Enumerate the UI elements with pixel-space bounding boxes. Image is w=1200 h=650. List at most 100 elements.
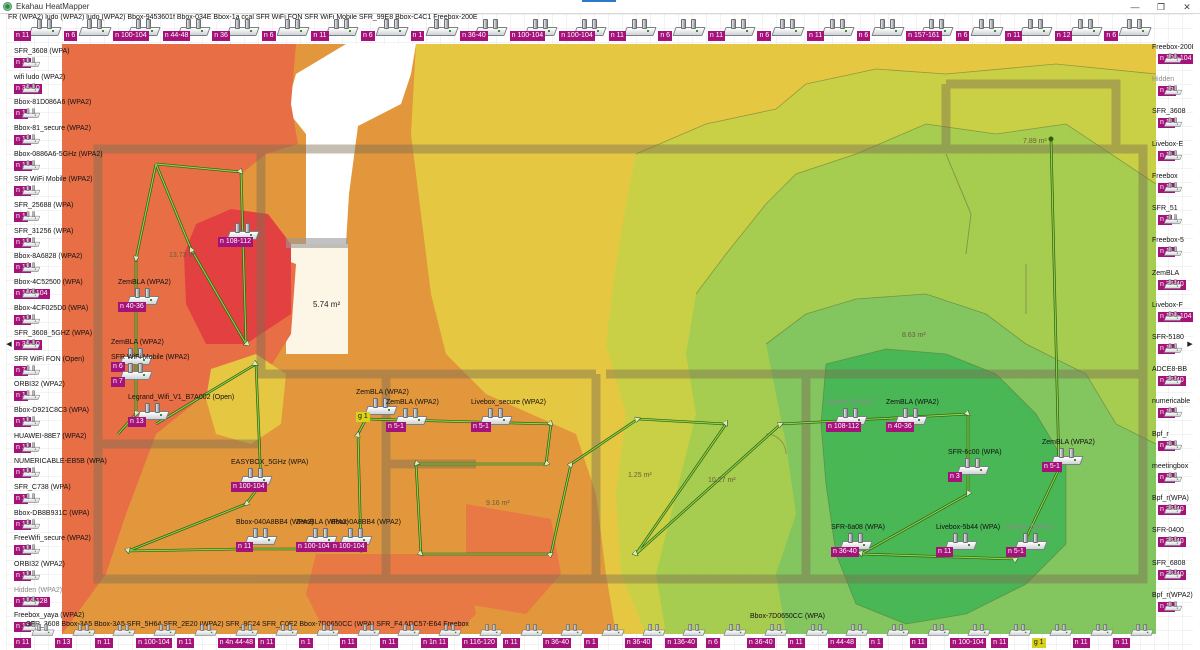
access-point-icon[interactable]: [1118, 18, 1153, 40]
access-point-icon[interactable]: [1089, 623, 1114, 638]
access-point-icon[interactable]: [723, 623, 747, 638]
access-point-icon[interactable]: [1163, 117, 1183, 129]
access-point-icon[interactable]: [1163, 568, 1183, 580]
access-point-icon[interactable]: [21, 570, 41, 582]
access-point-icon[interactable]: [424, 18, 459, 40]
access-point-icon[interactable]: [397, 623, 422, 638]
access-point-icon[interactable]: [1163, 504, 1183, 516]
access-point-icon[interactable]: [682, 623, 707, 638]
access-point-icon[interactable]: [21, 83, 41, 95]
access-point-icon[interactable]: [21, 57, 41, 69]
access-point-icon[interactable]: [1049, 623, 1073, 638]
access-point-icon[interactable]: [1019, 18, 1053, 40]
access-point-icon[interactable]: [1163, 407, 1183, 419]
access-point-icon[interactable]: [967, 623, 992, 638]
access-point-icon[interactable]: [21, 493, 41, 505]
access-point-icon[interactable]: [375, 18, 409, 40]
access-point-icon[interactable]: [21, 416, 41, 428]
access-point-icon[interactable]: [275, 623, 299, 638]
access-point-icon[interactable]: [722, 18, 756, 40]
access-point-icon[interactable]: [21, 519, 41, 531]
access-point-icon[interactable]: [234, 623, 259, 638]
access-point-icon[interactable]: [970, 18, 1004, 40]
access-point-icon[interactable]: [870, 18, 905, 40]
access-point-icon[interactable]: [886, 623, 910, 638]
heatmap-canvas[interactable]: 5.74 m² 13.73 m² 7.89 m² 8.63 m² 10.27 m…: [6, 14, 1193, 650]
access-point-icon[interactable]: [21, 262, 41, 274]
access-point-icon[interactable]: [77, 18, 112, 40]
access-point-icon[interactable]: [1163, 53, 1183, 65]
access-point-icon[interactable]: [21, 339, 41, 351]
access-point-icon[interactable]: [821, 18, 855, 40]
access-point-icon[interactable]: [357, 623, 381, 638]
access-point-icon[interactable]: [31, 623, 55, 638]
restore-button[interactable]: ❐: [1148, 0, 1174, 14]
access-point-icon[interactable]: [438, 623, 462, 638]
access-point-icon[interactable]: [21, 134, 41, 146]
access-point-icon[interactable]: [28, 18, 62, 40]
access-point-icon[interactable]: [1163, 440, 1183, 452]
access-point-icon[interactable]: [112, 623, 137, 638]
access-point-icon[interactable]: [21, 390, 41, 402]
access-point-icon[interactable]: [21, 160, 41, 172]
access-point-icon[interactable]: [21, 467, 41, 479]
access-point-icon[interactable]: [1163, 536, 1183, 548]
scroll-right-arrow[interactable]: ▶: [1187, 339, 1193, 349]
access-point-icon[interactable]: [1163, 246, 1183, 258]
channel-badge: n 6: [706, 638, 720, 648]
access-point-icon[interactable]: [1130, 623, 1154, 638]
access-point-icon[interactable]: [642, 623, 666, 638]
access-point-icon[interactable]: [845, 623, 869, 638]
channel-badge: n 11: [339, 638, 357, 648]
access-point-icon[interactable]: [21, 108, 41, 120]
access-point-icon[interactable]: [21, 442, 41, 454]
access-point-icon[interactable]: [479, 623, 503, 638]
minimize-button[interactable]: —: [1122, 0, 1148, 14]
channel-badge: n 100-104: [331, 542, 367, 552]
access-point-icon[interactable]: [1163, 375, 1183, 387]
access-point-icon[interactable]: [519, 623, 544, 638]
access-point-icon[interactable]: [21, 237, 41, 249]
access-point-icon[interactable]: [21, 288, 41, 300]
access-point-icon[interactable]: [325, 18, 360, 40]
scroll-left-arrow[interactable]: ◀: [6, 339, 12, 349]
ssid-label: FreeWifi_secure (WPA2): [14, 535, 91, 543]
access-point-icon[interactable]: [1163, 214, 1183, 226]
channel-badge: n 6: [360, 31, 375, 41]
access-point-icon[interactable]: [21, 365, 41, 377]
access-point-icon[interactable]: [21, 185, 41, 197]
access-point-icon[interactable]: [153, 623, 177, 638]
access-point-icon[interactable]: [1163, 150, 1183, 162]
access-point-icon[interactable]: [226, 18, 260, 40]
access-point-icon[interactable]: [1163, 472, 1183, 484]
access-point-icon[interactable]: [21, 211, 41, 223]
access-point-icon[interactable]: [194, 623, 218, 638]
ssid-label: Livebox_secure (WPA2): [471, 399, 546, 406]
access-point-icon[interactable]: [21, 596, 41, 608]
access-point-icon[interactable]: [560, 623, 584, 638]
access-point-icon[interactable]: [623, 18, 657, 40]
access-point-icon[interactable]: [21, 544, 41, 556]
access-point-icon[interactable]: [1163, 85, 1183, 97]
access-point-icon[interactable]: [316, 623, 340, 638]
access-point-icon[interactable]: [804, 623, 829, 638]
access-point-icon[interactable]: [1069, 18, 1103, 40]
access-point-icon[interactable]: [1008, 623, 1032, 638]
access-point-icon[interactable]: [21, 313, 41, 325]
channel-badge: n 100-104: [950, 638, 986, 648]
access-point-icon[interactable]: [276, 18, 310, 40]
access-point-icon[interactable]: [672, 18, 706, 40]
access-point-icon[interactable]: [1163, 601, 1183, 613]
channel-badge: n 5-1: [386, 422, 406, 432]
access-point-icon[interactable]: [1163, 182, 1183, 194]
close-button[interactable]: ✕: [1174, 0, 1200, 14]
access-point-icon[interactable]: [927, 623, 951, 638]
access-point-icon[interactable]: [1163, 311, 1183, 323]
access-point-icon[interactable]: [601, 623, 625, 638]
access-point-icon[interactable]: [771, 18, 806, 40]
access-point-icon[interactable]: [72, 623, 96, 638]
access-point-icon[interactable]: [1163, 343, 1183, 355]
access-point-icon[interactable]: [1163, 278, 1183, 290]
channel-badge: n 6: [261, 31, 276, 41]
access-point-icon[interactable]: [764, 623, 788, 638]
